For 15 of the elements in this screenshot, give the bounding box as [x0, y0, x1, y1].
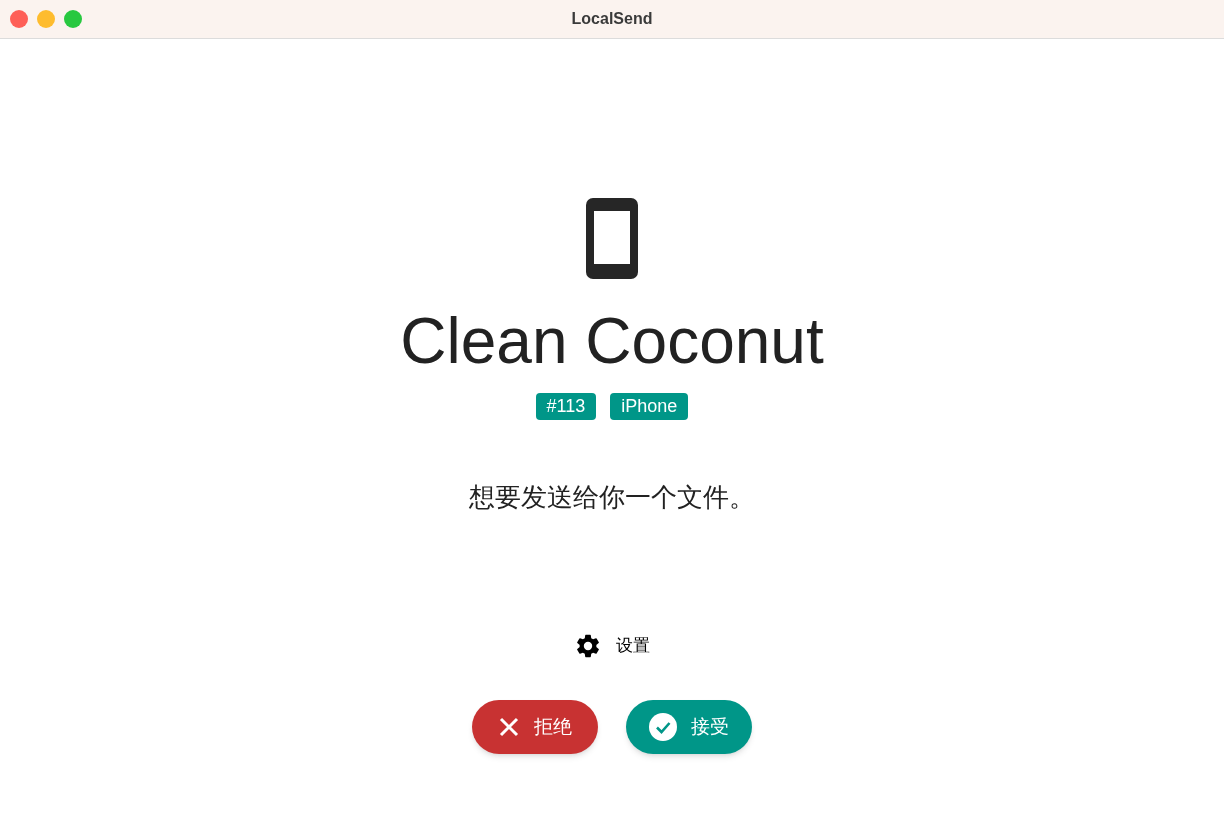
device-name: Clean Coconut	[400, 304, 824, 379]
settings-link[interactable]: 设置	[574, 632, 650, 660]
device-tag: iPhone	[610, 393, 689, 420]
close-icon	[498, 716, 520, 738]
check-circle-icon	[649, 713, 677, 741]
minimize-window-icon[interactable]	[37, 10, 55, 28]
accept-button[interactable]: 接受	[626, 700, 752, 754]
close-window-icon[interactable]	[10, 10, 28, 28]
device-tag: #113	[535, 393, 597, 420]
maximize-window-icon[interactable]	[64, 10, 82, 28]
settings-icon	[574, 632, 602, 660]
reject-button[interactable]: 拒绝	[472, 700, 598, 754]
window-title: LocalSend	[571, 9, 653, 29]
request-message: 想要发送给你一个文件。	[469, 481, 755, 514]
phone-icon	[586, 198, 638, 279]
